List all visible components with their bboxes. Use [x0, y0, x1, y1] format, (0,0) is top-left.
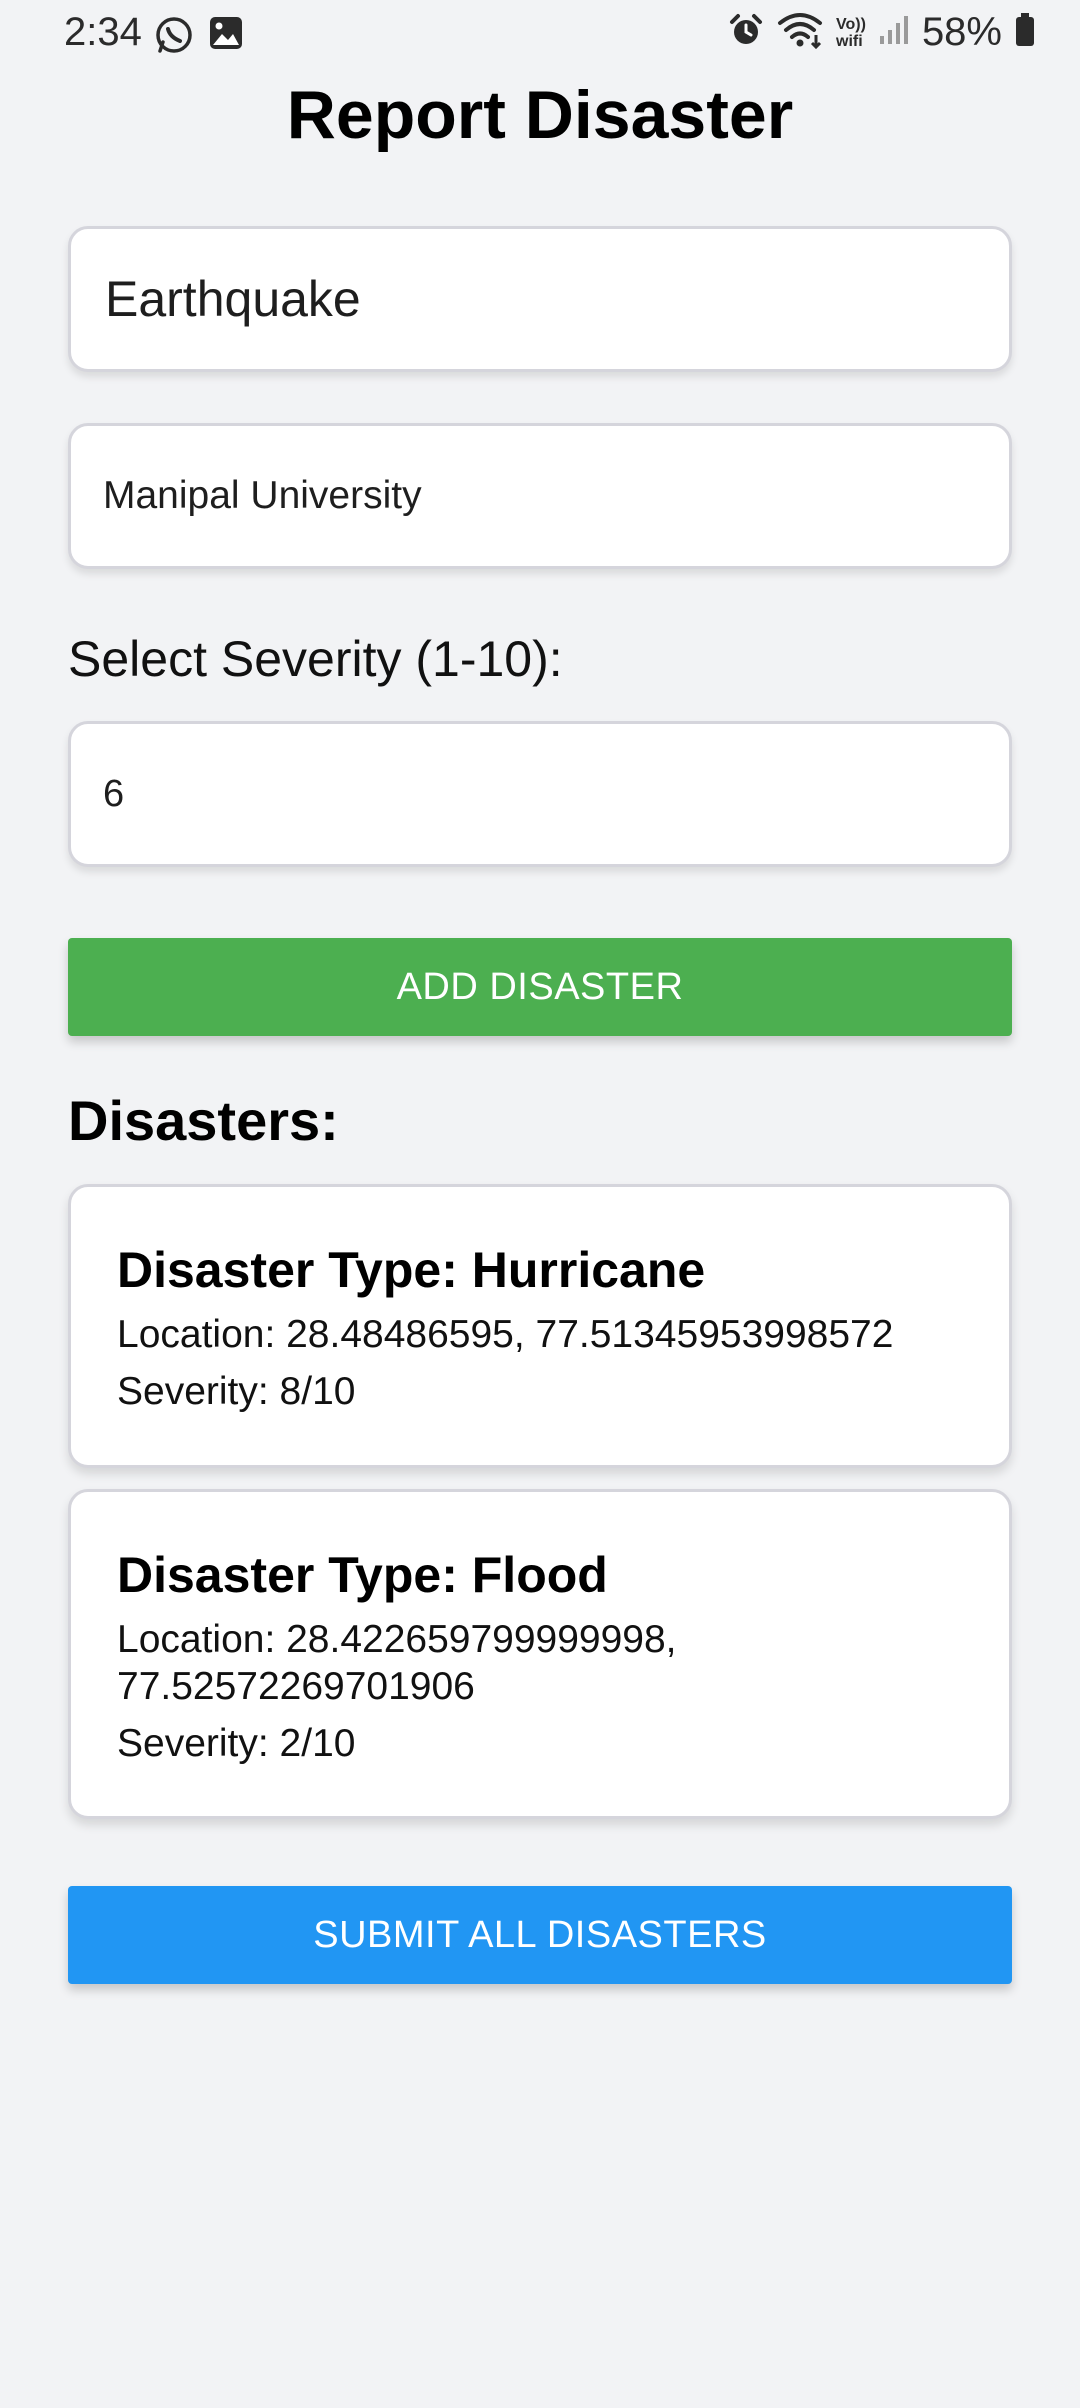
severity-input[interactable]: 6	[68, 721, 1012, 867]
disaster-card-location: Location: 28.48486595, 77.51345953998572	[117, 1313, 894, 1356]
disaster-card-title: Disaster Type: Hurricane	[117, 1242, 706, 1298]
disaster-type-input[interactable]: Earthquake	[68, 226, 1012, 372]
alarm-icon	[728, 12, 764, 53]
volte-wifi-icon: Vo)) wifi	[836, 15, 866, 50]
severity-value: 6	[103, 772, 125, 815]
location-value: Manipal University	[103, 474, 422, 517]
severity-label: Select Severity (1-10):	[68, 631, 563, 687]
disasters-heading: Disasters:	[68, 1089, 339, 1152]
battery-icon	[1014, 12, 1036, 53]
whatsapp-icon	[154, 15, 194, 60]
disaster-card-severity: Severity: 2/10	[117, 1721, 356, 1765]
signal-icon	[878, 14, 910, 51]
status-bar: 2:34 Vo)) wifi 58%	[0, 0, 1080, 70]
battery-percent: 58%	[921, 10, 1002, 54]
status-time: 2:34	[64, 10, 142, 54]
submit-all-disasters-button[interactable]: SUBMIT ALL DISASTERS	[68, 1886, 1012, 1984]
disaster-card: Disaster Type: Flood Location: 28.422659…	[68, 1489, 1012, 1819]
add-disaster-button[interactable]: ADD DISASTER	[68, 938, 1012, 1036]
disaster-type-value: Earthquake	[105, 271, 361, 327]
gallery-icon	[208, 15, 244, 60]
status-left-icons	[154, 15, 244, 60]
disaster-card-location: Location: 28.422659799999998, 77.5257226…	[117, 1618, 677, 1708]
page-title: Report Disaster	[286, 77, 794, 153]
wifi-icon	[776, 11, 824, 54]
status-right: Vo)) wifi 58%	[728, 10, 1036, 55]
disaster-card: Disaster Type: Hurricane Location: 28.48…	[68, 1184, 1012, 1468]
disaster-card-severity: Severity: 8/10	[117, 1369, 356, 1413]
disaster-card-title: Disaster Type: Flood	[117, 1547, 608, 1603]
location-input[interactable]: Manipal University	[68, 423, 1012, 569]
